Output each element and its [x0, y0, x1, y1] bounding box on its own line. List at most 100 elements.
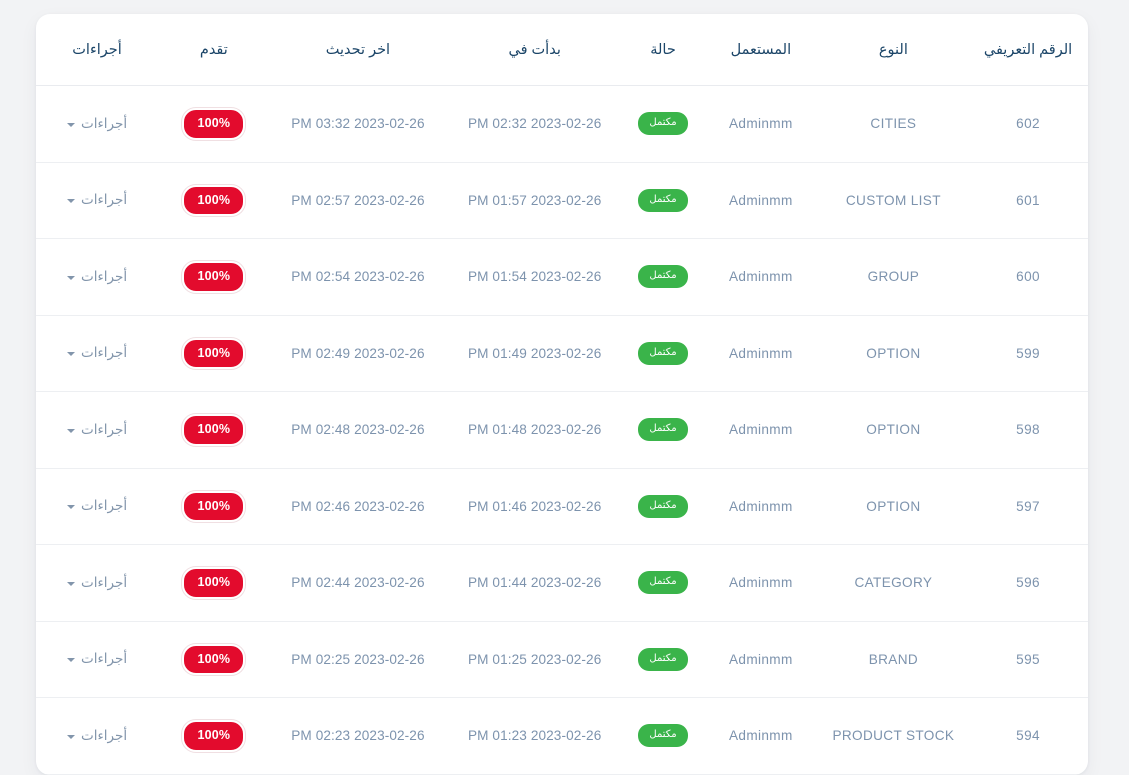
status-badge: مكتمل — [638, 494, 688, 518]
cell-last-updated: PM 02:44 2023-02-26 — [269, 544, 447, 622]
cell-id: 596 — [968, 544, 1088, 622]
cell-type: GROUP — [818, 238, 969, 316]
column-header-id[interactable]: الرقم التعريفي — [968, 14, 1088, 86]
cell-last-updated: PM 02:54 2023-02-26 — [269, 238, 447, 316]
status-badge: مكتمل — [638, 724, 688, 748]
cell-state: مكتمل — [623, 85, 703, 163]
table-header: الرقم التعريفي النوع المستعمل حالة بدأت … — [36, 14, 1088, 86]
column-header-started[interactable]: بدأت في — [446, 14, 624, 86]
cell-state: مكتمل — [623, 238, 703, 316]
actions-dropdown-button[interactable]: أجراءات — [66, 345, 128, 361]
actions-dropdown-label: أجراءات — [80, 345, 128, 361]
status-badge: مكتمل — [638, 571, 688, 595]
cell-started-at: PM 01:57 2023-02-26 — [446, 162, 624, 239]
actions-dropdown-label: أجراءات — [80, 115, 128, 131]
actions-dropdown-button[interactable]: أجراءات — [66, 421, 128, 438]
actions-dropdown-label: أجراءات — [80, 268, 128, 284]
column-header-type[interactable]: النوع — [818, 14, 969, 86]
cell-actions: أجراءات — [36, 621, 159, 698]
status-badge: مكتمل — [638, 647, 688, 671]
cell-actions: أجراءات — [36, 697, 159, 775]
progress-badge: 100% — [182, 337, 246, 369]
status-badge: مكتمل — [638, 112, 688, 136]
cell-type: CATEGORY — [818, 544, 969, 622]
tasks-table: الرقم التعريفي النوع المستعمل حالة بدأت … — [36, 14, 1088, 775]
column-header-actions: أجراءات — [36, 14, 159, 86]
cell-user: Adminmm — [702, 315, 819, 392]
cell-state: مكتمل — [623, 544, 703, 622]
cell-state: مكتمل — [623, 468, 703, 545]
cell-user: Adminmm — [702, 391, 819, 469]
cell-started-at: PM 01:23 2023-02-26 — [446, 697, 624, 775]
column-header-updated[interactable]: اخر تحديث — [269, 14, 447, 86]
actions-dropdown-button[interactable]: أجراءات — [66, 575, 127, 591]
progress-badge: 100% — [182, 720, 246, 752]
cell-id: 598 — [968, 391, 1088, 469]
cell-user: Adminmm — [702, 544, 819, 622]
chevron-down-icon — [66, 352, 75, 357]
cell-id: 599 — [968, 315, 1088, 392]
actions-dropdown-button[interactable]: أجراءات — [66, 651, 128, 667]
cell-state: مكتمل — [623, 391, 703, 469]
status-badge: مكتمل — [638, 418, 688, 442]
cell-last-updated: PM 02:57 2023-02-26 — [269, 162, 447, 239]
cell-started-at: PM 01:46 2023-02-26 — [446, 468, 624, 545]
table-header-row: الرقم التعريفي النوع المستعمل حالة بدأت … — [36, 14, 1088, 86]
chevron-down-icon — [66, 199, 75, 204]
actions-dropdown-button[interactable]: أجراءات — [66, 268, 128, 285]
cell-progress: 100% — [158, 315, 270, 392]
cell-id: 595 — [968, 621, 1088, 698]
table-row: 597 OPTION Adminmm مكتمل PM 01:46 2023-02-26… — [36, 468, 1088, 545]
table-row: 596 CATEGORY Adminmm مكتمل PM 01:44 2023-02-… — [36, 544, 1088, 622]
actions-dropdown-label: أجراءات — [80, 651, 128, 667]
table-row: 595 BRAND Adminmm مكتمل PM 01:25 2023-02-26 P… — [36, 621, 1088, 698]
cell-state: مكتمل — [623, 621, 703, 698]
chevron-down-icon — [66, 581, 75, 586]
actions-dropdown-button[interactable]: أجراءات — [66, 728, 127, 744]
actions-dropdown-button[interactable]: أجراءات — [66, 192, 128, 208]
progress-badge: 100% — [182, 414, 246, 446]
actions-dropdown-label: أجراءات — [80, 498, 128, 514]
page-root: الرقم التعريفي النوع المستعمل حالة بدأت … — [0, 0, 1129, 775]
cell-type: OPTION — [818, 315, 969, 392]
table-row: 594 PRODUCT STOCK Adminmm مكتمل PM 01:23 202… — [36, 697, 1088, 775]
column-header-state[interactable]: حالة — [623, 14, 703, 86]
cell-last-updated: PM 03:32 2023-02-26 — [269, 85, 447, 163]
status-badge: مكتمل — [638, 265, 688, 289]
cell-type: OPTION — [818, 468, 969, 545]
cell-started-at: PM 01:44 2023-02-26 — [446, 544, 624, 622]
actions-dropdown-label: أجراءات — [80, 192, 128, 208]
status-badge: مكتمل — [638, 188, 688, 212]
cell-last-updated: PM 02:48 2023-02-26 — [269, 391, 447, 469]
cell-id: 597 — [968, 468, 1088, 545]
actions-dropdown-label: أجراءات — [80, 421, 128, 437]
tasks-table-card: الرقم التعريفي النوع المستعمل حالة بدأت … — [36, 14, 1088, 775]
chevron-down-icon — [66, 734, 75, 739]
table-row: 599 OPTION Adminmm مكتمل PM 01:49 2023-02-26… — [36, 315, 1088, 392]
column-header-user[interactable]: المستعمل — [702, 14, 819, 86]
cell-progress: 100% — [158, 544, 270, 622]
cell-actions: أجراءات — [36, 468, 159, 545]
cell-user: Adminmm — [702, 621, 819, 698]
cell-actions: أجراءات — [36, 391, 159, 469]
actions-dropdown-button[interactable]: أجراءات — [66, 498, 128, 514]
table-row: 598 OPTION Adminmm مكتمل PM 01:48 2023-02-26… — [36, 391, 1088, 469]
cell-id: 600 — [968, 238, 1088, 316]
cell-actions: أجراءات — [36, 315, 159, 392]
column-header-progress[interactable]: تقدم — [158, 14, 270, 86]
table-row: 601 CUSTOM LIST Adminmm مكتمل PM 01:57 2023-… — [36, 162, 1088, 239]
cell-id: 601 — [968, 162, 1088, 239]
chevron-down-icon — [66, 428, 75, 433]
cell-user: Adminmm — [702, 468, 819, 545]
progress-badge: 100% — [182, 184, 246, 216]
cell-type: BRAND — [818, 621, 969, 698]
table-body: 602 CITIES Adminmm مكتمل PM 02:32 2023-02-26… — [36, 85, 1088, 775]
cell-type: CITIES — [818, 85, 969, 163]
cell-id: 594 — [968, 697, 1088, 775]
cell-user: Adminmm — [702, 85, 819, 163]
cell-last-updated: PM 02:49 2023-02-26 — [269, 315, 447, 392]
cell-progress: 100% — [158, 162, 270, 239]
actions-dropdown-button[interactable]: أجراءات — [66, 115, 128, 132]
progress-badge: 100% — [182, 567, 246, 599]
table-row: 600 GROUP Adminmm مكتمل PM 01:54 2023-02-26 P… — [36, 238, 1088, 316]
